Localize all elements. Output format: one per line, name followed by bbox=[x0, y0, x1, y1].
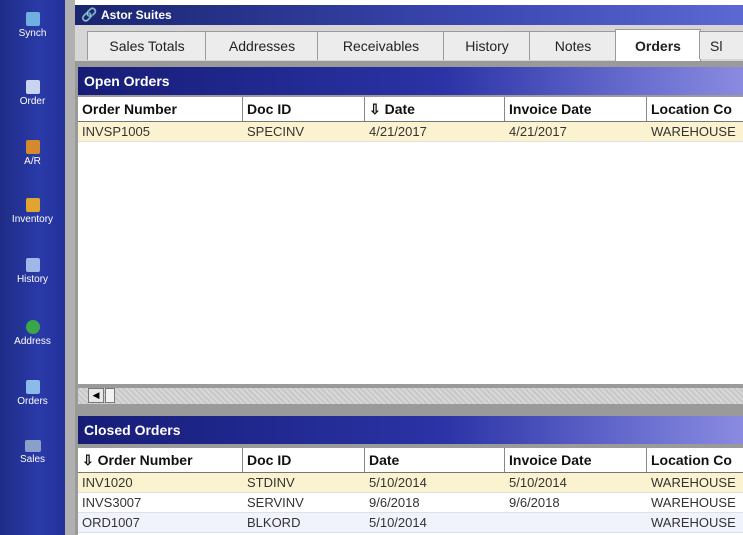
sidebar-item-label: History bbox=[16, 274, 49, 285]
sidebar-item-history[interactable]: History bbox=[0, 258, 65, 285]
receivables-icon bbox=[25, 140, 40, 154]
cell-location: WAREHOUSE bbox=[651, 495, 736, 510]
sidebar-item-sales[interactable]: Sales bbox=[0, 440, 65, 465]
cell-order-number: INVSP1005 bbox=[82, 124, 150, 139]
column-header-invoice-date[interactable]: Invoice Date bbox=[505, 97, 647, 121]
sidebar-item-label: Orders bbox=[17, 396, 48, 407]
cell-location: WAREHOUSE bbox=[651, 475, 736, 490]
sidebar-item-label: Sales bbox=[19, 454, 45, 465]
order-icon bbox=[25, 80, 40, 94]
cell-order-number: ORD1007 bbox=[82, 515, 140, 530]
open-orders-header: Open Orders bbox=[78, 67, 743, 95]
closed-orders-grid: ⇩ Order Number Doc ID Date Invoice Date … bbox=[78, 448, 743, 535]
sidebar-item-label: Synch bbox=[18, 28, 47, 39]
tab-sales-totals[interactable]: Sales Totals bbox=[87, 31, 207, 60]
cell-order-number: INV1020 bbox=[82, 475, 133, 490]
column-header-location[interactable]: Location Co bbox=[647, 448, 743, 472]
closed-orders-column-header: ⇩ Order Number Doc ID Date Invoice Date … bbox=[78, 448, 743, 473]
window-titlebar: 🔗 Astor Suites bbox=[75, 5, 743, 25]
tab-label: Addresses bbox=[228, 38, 296, 54]
table-row[interactable]: ORD1007 BLKORD 5/10/2014 WAREHOUSE bbox=[78, 513, 743, 533]
scroll-left-button[interactable]: ◀ bbox=[88, 388, 104, 403]
tab-label: Sales Totals bbox=[109, 38, 185, 54]
sidebar-item-inventory[interactable]: Inventory bbox=[0, 198, 65, 225]
sync-icon bbox=[25, 12, 40, 26]
window-title: Astor Suites bbox=[101, 8, 172, 22]
cell-doc-id: STDINV bbox=[247, 475, 295, 490]
sidebar-item-order[interactable]: Order bbox=[0, 80, 65, 107]
tab-addresses[interactable]: Addresses bbox=[205, 31, 319, 60]
sidebar-item-address[interactable]: Address bbox=[0, 320, 65, 347]
cell-invoice-date bbox=[505, 513, 647, 532]
table-row[interactable]: INVSP1005 SPECINV 4/21/2017 4/21/2017 WA… bbox=[78, 122, 743, 142]
tab-history[interactable]: History bbox=[443, 31, 531, 60]
cell-date: 4/21/2017 bbox=[369, 124, 427, 139]
cell-date: 5/10/2014 bbox=[369, 475, 427, 490]
column-header-order-number[interactable]: ⇩ Order Number bbox=[78, 448, 243, 472]
cell-invoice-date: 9/6/2018 bbox=[509, 495, 560, 510]
open-orders-title: Open Orders bbox=[84, 73, 170, 89]
column-header-date[interactable]: Date bbox=[365, 448, 505, 472]
column-header-invoice-date[interactable]: Invoice Date bbox=[505, 448, 647, 472]
tab-label: Sl bbox=[710, 37, 723, 54]
inventory-icon bbox=[25, 198, 40, 212]
table-row[interactable]: INVS3007 SERVINV 9/6/2018 9/6/2018 WAREH… bbox=[78, 493, 743, 513]
closed-orders-header: Closed Orders bbox=[78, 416, 743, 444]
scroll-thumb[interactable] bbox=[105, 388, 115, 403]
closed-orders-title: Closed Orders bbox=[84, 422, 181, 438]
cell-doc-id: BLKORD bbox=[247, 515, 301, 530]
tab-notes[interactable]: Notes bbox=[529, 31, 617, 60]
sidebar-item-synch[interactable]: Synch bbox=[0, 12, 65, 39]
sidebar-item-ar[interactable]: A/R bbox=[0, 140, 65, 167]
open-orders-grid: Order Number Doc ID ⇩ Date Invoice Date … bbox=[78, 97, 743, 384]
cell-date: 9/6/2018 bbox=[369, 495, 420, 510]
cell-invoice-date: 5/10/2014 bbox=[509, 475, 567, 490]
tab-receivables[interactable]: Receivables bbox=[317, 31, 445, 60]
column-header-doc-id[interactable]: Doc ID bbox=[243, 97, 365, 121]
module-sidebar: Synch Order A/R Inventory History Addres… bbox=[0, 0, 65, 535]
cell-doc-id: SPECINV bbox=[247, 124, 305, 139]
tab-orders[interactable]: Orders bbox=[615, 29, 701, 61]
open-orders-horizontal-scrollbar[interactable]: ◀ bbox=[78, 387, 743, 404]
column-header-location[interactable]: Location Co bbox=[647, 97, 743, 121]
orders-icon bbox=[25, 380, 40, 394]
column-header-doc-id[interactable]: Doc ID bbox=[243, 448, 365, 472]
tab-label: Orders bbox=[635, 37, 681, 54]
cell-location: WAREHOUSE bbox=[651, 515, 736, 530]
tab-overflow[interactable]: Sl bbox=[699, 31, 743, 59]
cell-location: WAREHOUSE bbox=[651, 124, 736, 139]
cell-date: 5/10/2014 bbox=[369, 515, 427, 530]
open-orders-column-header: Order Number Doc ID ⇩ Date Invoice Date … bbox=[78, 97, 743, 122]
history-icon bbox=[25, 258, 40, 272]
sales-icon bbox=[24, 440, 41, 452]
sidebar-item-label: A/R bbox=[24, 156, 41, 167]
tab-label: Notes bbox=[554, 38, 592, 54]
tab-label: History bbox=[465, 38, 509, 54]
column-header-date[interactable]: ⇩ Date bbox=[365, 97, 505, 121]
address-icon bbox=[25, 320, 40, 334]
table-row[interactable]: INV1020 STDINV 5/10/2014 5/10/2014 WAREH… bbox=[78, 473, 743, 493]
cell-invoice-date: 4/21/2017 bbox=[509, 124, 567, 139]
column-header-order-number[interactable]: Order Number bbox=[78, 97, 243, 121]
sidebar-item-label: Address bbox=[14, 336, 51, 347]
tab-label: Receivables bbox=[342, 38, 420, 54]
pane-divider[interactable] bbox=[65, 0, 75, 535]
cell-doc-id: SERVINV bbox=[247, 495, 304, 510]
cell-order-number: INVS3007 bbox=[82, 495, 142, 510]
sidebar-item-label: Order bbox=[19, 96, 46, 107]
sidebar-item-label: Inventory bbox=[11, 214, 54, 225]
tab-strip: Sales Totals Addresses Receivables Histo… bbox=[75, 25, 743, 62]
link-icon: 🔗 bbox=[81, 7, 98, 22]
sidebar-item-orders[interactable]: Orders bbox=[0, 380, 65, 407]
